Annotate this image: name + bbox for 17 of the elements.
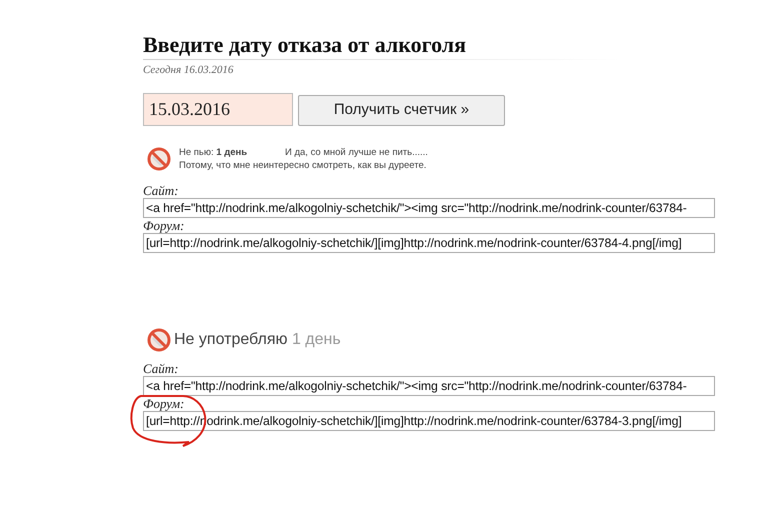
no-drinking-icon — [147, 146, 171, 170]
no-drinking-icon — [147, 328, 171, 352]
code-field[interactable]: [url=http://nodrink.me/alkogolniy-schetchik/][img]http://nodrink.me/nodrink-counter/63784-4.png[/img] — [143, 232, 715, 252]
field-label: Сайт: — [143, 360, 178, 376]
page-title: Введите дату отказа от алкоголя — [143, 32, 466, 58]
slogan-text: Потому, что мне неинтересно смотреть, как вы дуреете. — [179, 158, 426, 172]
status-text: Не употребляю 1 день — [174, 330, 341, 350]
today-date: Сегодня 16.03.2016 — [143, 63, 234, 78]
field-label: Форум: — [143, 218, 184, 232]
code-field[interactable]: <a href="http://nodrink.me/alkogolniy-schetchik/"><img src="http://nodrink.me/nodrink-counter/63784- — [143, 198, 715, 218]
code-field[interactable]: <a href="http://nodrink.me/alkogolniy-schetchik/"><img src="http://nodrink.me/nodrink-counter/63784- — [143, 376, 715, 396]
field-label: Форум: — [143, 396, 184, 410]
field-label: Сайт: — [143, 182, 178, 198]
status-text: Не пью: 1 день — [179, 146, 248, 158]
date-field[interactable]: 15.03.2016 — [143, 92, 293, 126]
get-counter-button[interactable]: Получить счетчик » — [298, 94, 505, 126]
slogan-text: И да, со мной лучше не пить...... — [285, 146, 428, 158]
